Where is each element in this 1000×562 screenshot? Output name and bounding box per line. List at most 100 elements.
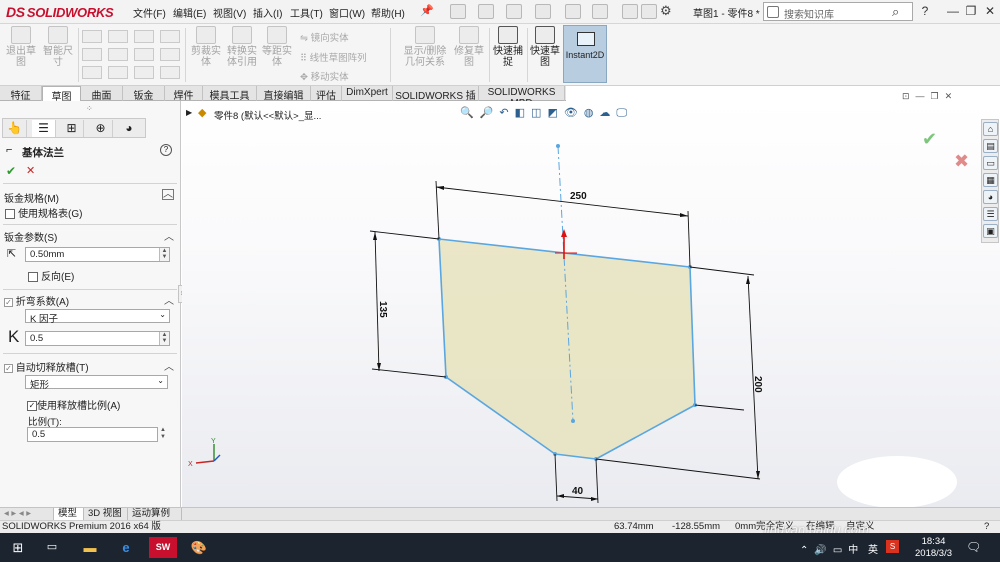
network-icon[interactable]: ⌃ (800, 545, 814, 556)
tab-solidworks-mbd[interactable]: SOLIDWORKS MBD (479, 86, 565, 109)
checkbox-box[interactable] (5, 209, 15, 220)
sogou-ime-icon[interactable]: S (886, 540, 899, 553)
appearances-icon[interactable]: ◕ (983, 190, 998, 204)
convert-entities-button[interactable]: 转换实体引用 (224, 26, 260, 68)
cancel-button[interactable]: ✕ (26, 164, 35, 177)
new-document-icon[interactable] (450, 4, 466, 19)
design-library-icon[interactable]: ▤ (983, 139, 998, 153)
line-tool-icon[interactable] (82, 30, 102, 43)
feature-manager-tab-icon[interactable]: 👆 (3, 120, 27, 137)
plane-tool-icon[interactable] (134, 66, 154, 79)
solidworks-logo[interactable]: DS SOLIDWORKS (6, 4, 114, 20)
search-box[interactable]: 搜索知识库 ⌕ (763, 2, 913, 21)
checkbox-box[interactable]: ✓ (27, 401, 37, 412)
menu-edit[interactable]: 编辑(E) (173, 5, 206, 20)
use-relief-ratio-checkbox[interactable]: ✓ 使用释放槽比例(A) (27, 397, 120, 412)
offset-entities-button[interactable]: 等距实体 (259, 26, 295, 68)
tab-direct-editing[interactable]: 直接编辑 (257, 86, 311, 102)
repair-sketch-button[interactable]: 修复草图 (451, 26, 487, 68)
slot-tool-icon[interactable] (160, 30, 180, 43)
bend-allowance-checkbox[interactable]: ✓ (4, 297, 13, 307)
tab-sketch[interactable]: 草图 (42, 86, 81, 103)
menu-view[interactable]: 视图(V) (213, 5, 246, 20)
tab-mold-tools[interactable]: 模具工具 (203, 86, 257, 102)
use-gauge-table-checkbox[interactable]: 使用规格表(G) (5, 205, 83, 220)
sketch-entities-grid[interactable] (82, 30, 182, 82)
confirm-cancel-icon[interactable]: ✖ (954, 151, 969, 172)
forum-icon[interactable]: ▣ (983, 224, 998, 238)
dim-bottom-width[interactable]: 40 (572, 486, 584, 497)
linear-pattern-button[interactable]: ⠿ 线性草图阵列 (300, 50, 367, 64)
viewport-minimize-icon[interactable]: — (916, 91, 931, 101)
thickness-field[interactable]: 0.50mm ▲ ▼ (25, 247, 170, 262)
move-entities-button[interactable]: ✥ 移动实体 (300, 69, 349, 83)
fillet-tool-icon[interactable] (108, 66, 128, 79)
graphics-area[interactable]: ▶ ◆ 零件8 (默认<<默认>_显... 🔍🔎↶◧◫◩👁◍☁🖵 250 135… (182, 101, 1000, 507)
menu-help[interactable]: 帮助(H) (371, 5, 405, 20)
text-tool-icon[interactable] (160, 48, 180, 61)
search-icon[interactable]: ⌕ (892, 4, 899, 20)
tab-sheet-metal[interactable]: 钣金 (123, 86, 165, 102)
tab-weldments[interactable]: 焊件 (165, 86, 203, 102)
point-tool-icon[interactable] (82, 66, 102, 79)
sketch-point[interactable] (571, 419, 575, 423)
ratio-spinner[interactable]: ▲ ▼ (160, 427, 166, 441)
dim-left-height[interactable]: 135 (377, 301, 388, 318)
undo-icon[interactable] (565, 4, 581, 19)
mirror-entities-button[interactable]: ⇋ 镜向实体 (300, 30, 349, 44)
custom-properties-icon[interactable]: ☰ (983, 207, 998, 221)
centerline-tool-icon[interactable] (160, 66, 180, 79)
rapid-sketch-button[interactable]: 快速草图 (527, 26, 563, 68)
exit-sketch-button[interactable]: 退出草图 (3, 26, 39, 68)
polygon-tool-icon[interactable] (134, 48, 154, 61)
instant2d-button[interactable]: Instant2D (563, 25, 607, 83)
viewport-restore-icon[interactable]: ❐ (931, 91, 945, 101)
tab-solidworks-addins[interactable]: SOLIDWORKS 插件 (393, 86, 479, 117)
dimxpert-manager-tab-icon[interactable]: ⊕ (89, 120, 113, 137)
section-sheet-metal-gauges[interactable]: 钣金规格(M) ︿ (4, 189, 178, 205)
search-input[interactable]: 搜索知识库 (784, 6, 834, 21)
chevron-up-icon[interactable]: ︿ (164, 358, 174, 373)
circle-tool-icon[interactable] (108, 30, 128, 43)
sketch-point[interactable] (556, 144, 560, 148)
pin-icon[interactable]: 📌 (420, 4, 434, 17)
dim-top-width[interactable]: 250 (570, 191, 587, 202)
viewport-close-icon[interactable]: ✕ (945, 91, 959, 101)
restore-button[interactable]: ❐ (964, 4, 978, 18)
display-manager-tab-icon[interactable]: ◕ (117, 120, 141, 137)
help-question-icon[interactable]: ? (918, 4, 932, 18)
k-factor-field[interactable]: 0.5 ▲ ▼ (25, 331, 170, 346)
file-explorer-taskbar-icon[interactable]: ▬ (76, 537, 104, 558)
view-palette-icon[interactable]: ▦ (983, 173, 998, 187)
k-factor-spinner[interactable]: ▲ ▼ (159, 332, 169, 345)
file-explorer-icon[interactable]: ▭ (983, 156, 998, 170)
reverse-direction-checkbox[interactable]: 反向(E) (28, 268, 74, 283)
trim-entities-button[interactable]: 剪裁实体 (188, 26, 224, 68)
rebuild-icon[interactable] (622, 4, 638, 19)
volume-icon[interactable]: 🔊 (814, 545, 832, 556)
menu-file[interactable]: 文件(F) (133, 5, 166, 20)
tab-features[interactable]: 特征 (0, 86, 42, 102)
solidworks-resources-icon[interactable]: ⌂ (983, 122, 998, 136)
quick-snaps-button[interactable]: 快速捕捉 (490, 26, 526, 68)
menu-tools[interactable]: 工具(T) (290, 5, 323, 20)
viewport-tile-icon[interactable]: ⊡ (902, 91, 916, 101)
bend-allowance-type-select[interactable]: K 因子 ⌄ (25, 309, 170, 325)
task-view-icon[interactable]: ▭ (38, 537, 66, 558)
menu-window[interactable]: 窗口(W) (329, 5, 365, 20)
panel-grip-icon[interactable]: ⁘ (86, 104, 93, 113)
chevron-up-icon[interactable]: ︿ (164, 228, 174, 243)
dim-right-height[interactable]: 200 (752, 376, 763, 393)
collapse-icon[interactable]: ︿ (162, 189, 174, 200)
notification-center-icon[interactable]: 🗨 (966, 540, 981, 554)
section-sheet-metal-parameters[interactable]: 钣金参数(S) ︿ (4, 229, 178, 244)
print-icon[interactable] (535, 4, 551, 19)
file-properties-icon[interactable] (641, 4, 657, 19)
tab-dimxpert[interactable]: DimXpert (342, 86, 393, 101)
section-bend-allowance[interactable]: ✓ 折弯系数(A) ︿ (4, 293, 178, 308)
ime-language-indicator[interactable]: 英 (868, 541, 878, 556)
chevron-up-icon[interactable]: ︿ (164, 292, 174, 307)
ok-button[interactable]: ✔ (6, 164, 16, 178)
open-icon[interactable] (478, 4, 494, 19)
menu-insert[interactable]: 插入(I) (253, 5, 282, 20)
